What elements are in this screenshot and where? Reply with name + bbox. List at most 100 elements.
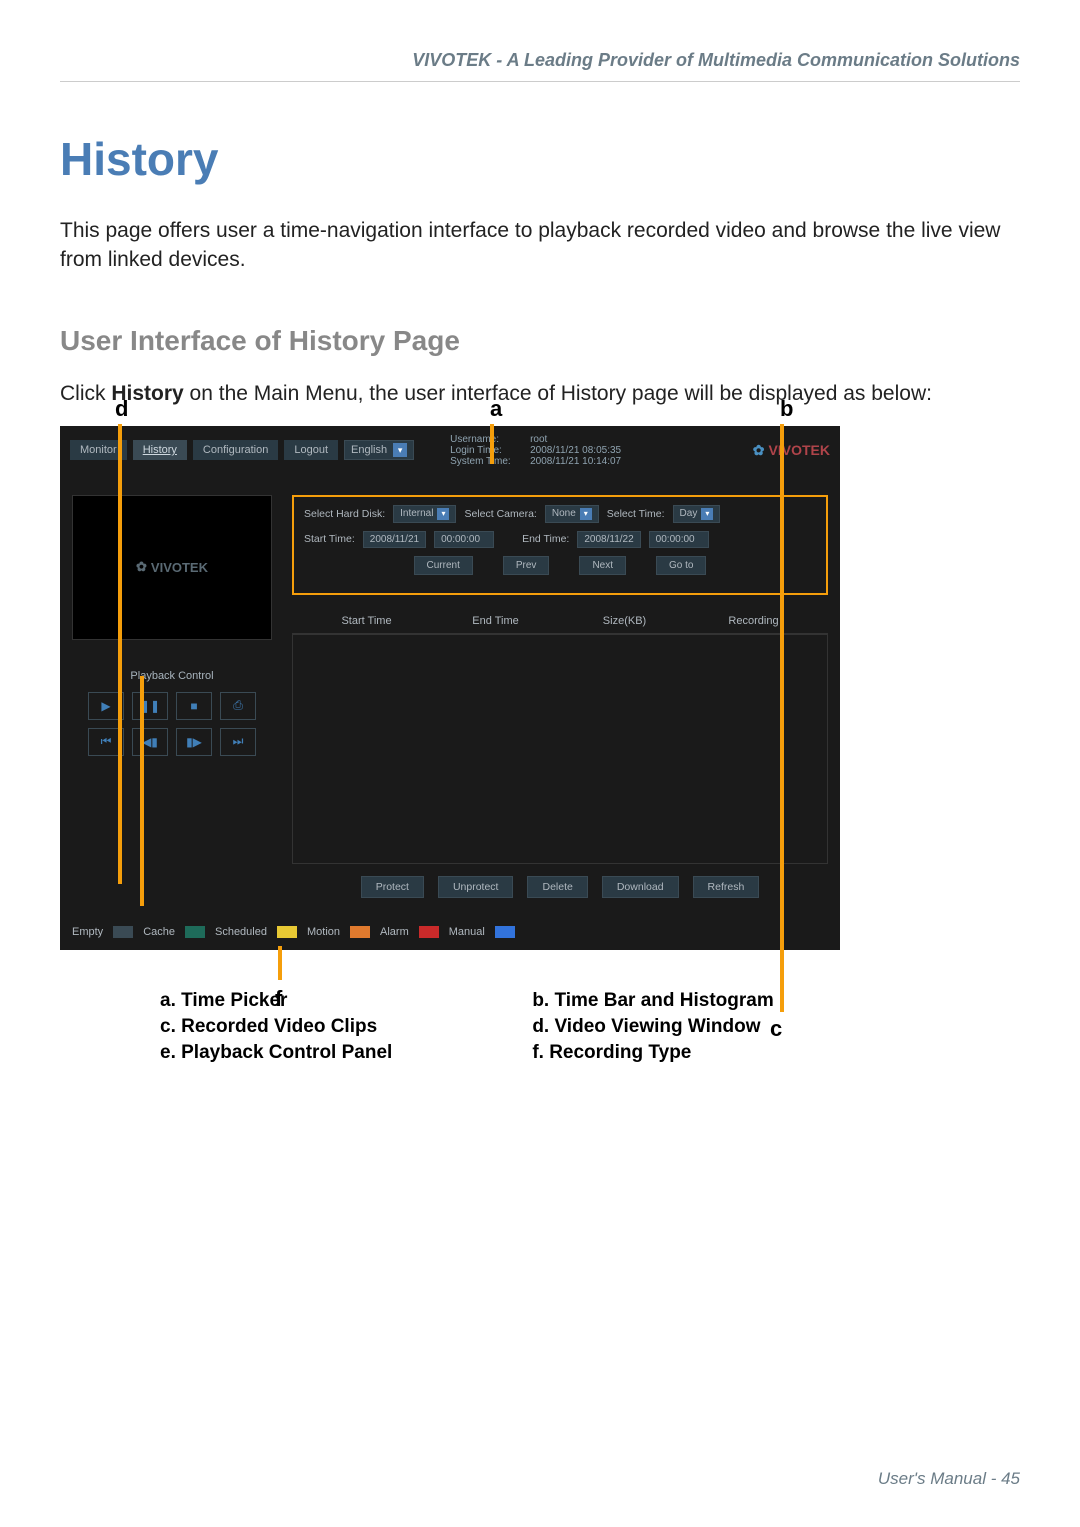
leaf-icon: ✿ — [136, 559, 147, 575]
callout-a: a — [490, 396, 502, 422]
step-fwd-icon: ▮▶ — [186, 735, 202, 749]
language-select[interactable]: English ▾ — [344, 440, 414, 460]
action-row: Protect Unprotect Delete Download Refres… — [292, 864, 828, 904]
session-info: Username:root Login Time:2008/11/21 08:0… — [450, 434, 621, 467]
legend-motion-label: Motion — [307, 926, 340, 938]
video-window: ✿ VIVOTEK — [72, 495, 272, 640]
prev-button[interactable]: Prev — [503, 556, 550, 575]
playback-controls: ▶ ❚❚ ■ ⎙ ⏮ ◀▮ ▮▶ ⏭ — [72, 692, 272, 756]
hard-disk-select[interactable]: Internal▾ — [393, 505, 456, 523]
clips-columns: Start Time End Time Size(KB) Recording — [292, 609, 828, 634]
swatch-empty — [113, 926, 133, 938]
annot-f: f. Recording Type — [532, 1042, 773, 1064]
legend-empty-label: Empty — [72, 926, 103, 938]
rewind-icon: ⏮ — [101, 734, 112, 749]
time-range-select[interactable]: Day▾ — [673, 505, 721, 523]
col-recording: Recording — [689, 615, 818, 627]
chevron-down-icon: ▾ — [701, 508, 713, 520]
chevron-down-icon: ▾ — [393, 443, 407, 457]
callout-f: f — [275, 986, 282, 1012]
col-size: Size(KB) — [560, 615, 689, 627]
swatch-alarm — [419, 926, 439, 938]
playback-title: Playback Control — [72, 670, 272, 682]
annot-b: b. Time Bar and Histogram — [532, 990, 773, 1012]
callout-c: c — [770, 1016, 782, 1042]
legend-manual-label: Manual — [449, 926, 485, 938]
callout-line-f — [278, 946, 282, 980]
end-time-input[interactable]: 00:00:00 — [649, 531, 709, 548]
recording-type-legend: Empty Cache Scheduled Motion Alarm Manua… — [60, 916, 840, 950]
video-placeholder-logo: ✿ VIVOTEK — [136, 559, 208, 575]
start-time-label: Start Time: — [304, 533, 355, 545]
protect-button[interactable]: Protect — [361, 876, 424, 898]
callout-line-e — [140, 676, 144, 906]
language-value: English — [351, 444, 387, 456]
start-date-input[interactable]: 2008/11/21 — [363, 531, 426, 548]
legend-cache-label: Cache — [143, 926, 175, 938]
goto-button[interactable]: Go to — [656, 556, 706, 575]
download-button[interactable]: Download — [602, 876, 679, 898]
end-date-input[interactable]: 2008/11/22 — [577, 531, 640, 548]
main-area: ✿ VIVOTEK Playback Control ▶ ❚❚ ■ ⎙ — [60, 475, 840, 916]
legend-alarm-label: Alarm — [380, 926, 409, 938]
refresh-button[interactable]: Refresh — [693, 876, 760, 898]
start-time-input[interactable]: 00:00:00 — [434, 531, 494, 548]
subsection-title: User Interface of History Page — [60, 325, 1020, 357]
hard-disk-label: Select Hard Disk: — [304, 508, 385, 520]
chevron-down-icon: ▾ — [580, 508, 592, 520]
time-picker: Select Hard Disk: Internal▾ Select Camer… — [292, 495, 828, 595]
leaf-icon: ✿ — [753, 442, 765, 459]
screenshot-container: d a b e f c Monitor History Configuratio… — [60, 426, 1020, 950]
clips-list[interactable] — [292, 634, 828, 864]
swatch-cache — [185, 926, 205, 938]
stop-icon: ■ — [190, 699, 197, 713]
step-back-icon: ◀▮ — [142, 735, 158, 749]
legend-scheduled-label: Scheduled — [215, 926, 267, 938]
pause-button[interactable]: ❚❚ — [132, 692, 168, 720]
history-tab[interactable]: History — [133, 440, 187, 460]
next-button[interactable]: Next — [579, 556, 626, 575]
camera-select[interactable]: None▾ — [545, 505, 599, 523]
chevron-down-icon: ▾ — [437, 508, 449, 520]
logout-button[interactable]: Logout — [284, 440, 338, 460]
play-icon: ▶ — [101, 699, 110, 713]
callout-line-a — [490, 424, 494, 464]
delete-button[interactable]: Delete — [527, 876, 587, 898]
camera-label: Select Camera: — [464, 508, 536, 520]
time-range-label: Select Time: — [607, 508, 665, 520]
ffwd-icon: ⏭ — [233, 734, 244, 749]
intro-text: This page offers user a time-navigation … — [60, 216, 1020, 275]
annot-c: c. Recorded Video Clips — [160, 1016, 392, 1038]
callout-b: b — [780, 396, 793, 422]
swatch-scheduled — [277, 926, 297, 938]
camera-icon: ⎙ — [233, 698, 243, 713]
end-time-label: End Time: — [522, 533, 569, 545]
page-footer: User's Manual - 45 — [878, 1469, 1020, 1489]
app-window: Monitor History Configuration Logout Eng… — [60, 426, 840, 950]
configuration-tab[interactable]: Configuration — [193, 440, 278, 460]
annot-d: d. Video Viewing Window — [532, 1016, 773, 1038]
menu-bar: Monitor History Configuration Logout Eng… — [60, 426, 840, 475]
page-header: VIVOTEK - A Leading Provider of Multimed… — [60, 50, 1020, 82]
left-panel: ✿ VIVOTEK Playback Control ▶ ❚❚ ■ ⎙ — [72, 495, 272, 904]
step-back-button[interactable]: ◀▮ — [132, 728, 168, 756]
fast-forward-button[interactable]: ⏭ — [220, 728, 256, 756]
right-panel: Select Hard Disk: Internal▾ Select Camer… — [292, 495, 828, 904]
subsection-intro: Click History on the Main Menu, the user… — [60, 382, 1020, 406]
callout-line-d — [118, 424, 122, 884]
brand-logo: ✿ VIVOTEK — [753, 442, 830, 459]
callout-line-b — [780, 424, 784, 1012]
stop-button[interactable]: ■ — [176, 692, 212, 720]
col-start: Start Time — [302, 615, 431, 627]
callout-d: d — [115, 396, 128, 422]
step-forward-button[interactable]: ▮▶ — [176, 728, 212, 756]
snapshot-button[interactable]: ⎙ — [220, 692, 256, 720]
annotation-list: a. Time Picker c. Recorded Video Clips e… — [160, 990, 1020, 1064]
swatch-motion — [350, 926, 370, 938]
section-title-history: History — [60, 132, 1020, 186]
annot-e: e. Playback Control Panel — [160, 1042, 392, 1064]
current-button[interactable]: Current — [414, 556, 473, 575]
col-end: End Time — [431, 615, 560, 627]
swatch-manual — [495, 926, 515, 938]
unprotect-button[interactable]: Unprotect — [438, 876, 514, 898]
